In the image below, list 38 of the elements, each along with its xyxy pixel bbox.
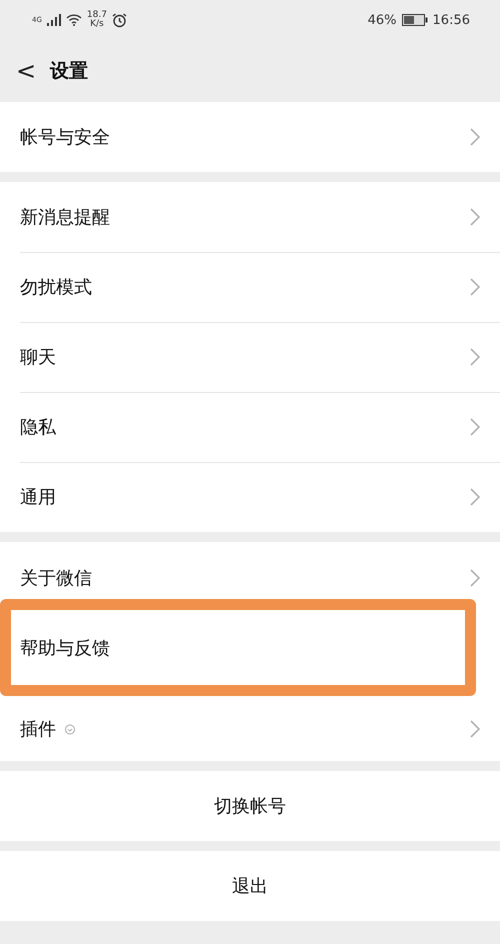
chevron-icon <box>470 488 480 506</box>
speed-unit: K/s <box>90 20 104 29</box>
settings-item[interactable]: 勿扰模式 <box>0 252 500 322</box>
settings-item[interactable]: 帐号与安全 <box>0 102 500 172</box>
chevron-icon <box>470 418 480 436</box>
settings-label: 聊天 <box>20 346 56 369</box>
settings-item[interactable]: 关于微信 <box>0 542 500 599</box>
chevron-icon <box>470 568 480 586</box>
settings-label: 新消息提醒 <box>20 206 110 229</box>
chevron-icon <box>470 720 480 738</box>
clock-time: 16:56 <box>432 12 470 28</box>
battery-icon <box>402 14 428 26</box>
page-title: 设置 <box>50 59 88 84</box>
speed-value: 18.7 <box>86 11 107 20</box>
wifi-icon <box>66 14 82 26</box>
settings-label: 关于微信 <box>20 566 92 590</box>
back-button[interactable]: < <box>16 57 36 85</box>
signal-icon <box>46 14 61 26</box>
battery-percent: 46% <box>368 12 397 28</box>
settings-item[interactable]: 隐私 <box>0 392 500 462</box>
settings-item[interactable]: 通用 <box>0 462 500 532</box>
action-button[interactable]: 切换帐号 <box>0 771 500 841</box>
settings-label: 通用 <box>20 486 56 509</box>
alarm-icon <box>112 12 127 28</box>
chevron-icon <box>470 128 480 146</box>
chevron-icon <box>470 278 480 296</box>
chevron-icon <box>470 348 480 366</box>
chevron-icon <box>470 208 480 226</box>
settings-label: 插件 <box>20 718 56 740</box>
highlighted-settings-item[interactable]: 帮助与反馈 <box>0 599 476 696</box>
settings-item[interactable]: 聊天 <box>0 322 500 392</box>
settings-item[interactable]: 插件 <box>0 696 500 761</box>
action-button[interactable]: 退出 <box>0 851 500 921</box>
settings-label: 帐号与安全 <box>20 126 110 149</box>
settings-label: 勿扰模式 <box>20 276 92 299</box>
settings-item[interactable]: 新消息提醒 <box>0 182 500 252</box>
settings-label: 隐私 <box>20 416 56 439</box>
settings-label: 帮助与反馈 <box>20 636 110 660</box>
